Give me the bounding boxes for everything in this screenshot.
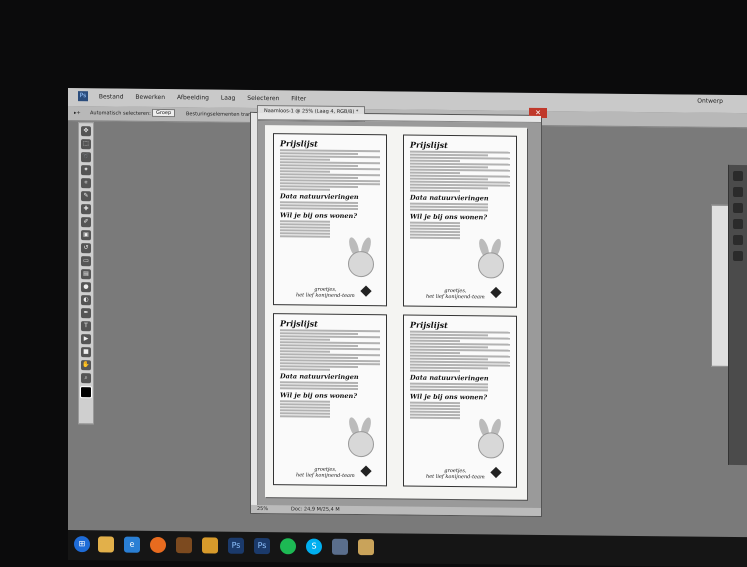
stamp-tool-icon[interactable]: ▣ [81, 230, 91, 241]
marquee-tool-icon[interactable]: ⬚ [81, 139, 91, 150]
app-icon[interactable] [176, 537, 192, 554]
eraser-tool-icon[interactable]: ▭ [81, 256, 91, 267]
rabbit-icon [472, 237, 508, 284]
document-statusbar: 25% Doc: 24,9 M/25,4 M [251, 504, 541, 516]
pen-tool-icon[interactable]: ✒ [81, 308, 91, 319]
path-select-icon[interactable]: ▶ [81, 334, 91, 345]
heal-tool-icon[interactable]: ✚ [81, 204, 91, 215]
taskbar: ⊞ e Ps Ps S [68, 530, 747, 567]
card-heading-house: Wil je bij ons wonen? [280, 391, 358, 401]
files-icon[interactable] [358, 539, 374, 556]
heart-icon [490, 466, 502, 479]
flyer-card: Prijslijst Data natuurvieringen Wil je b… [403, 314, 517, 488]
auto-select-dropdown[interactable]: Groep [152, 108, 176, 118]
card-signoff: groetjes, het lief konijnend-team [296, 466, 355, 480]
shape-tool-icon[interactable]: ■ [81, 347, 91, 358]
ie-icon[interactable]: e [124, 536, 140, 553]
menu-bestand[interactable]: Bestand [94, 88, 129, 100]
card-signoff: groetjes, het lief konijnend-team [426, 467, 485, 481]
card-heading-house: Wil je bij ons wonen? [410, 392, 488, 402]
photoshop-icon[interactable]: Ps [228, 537, 244, 554]
history-panel-icon[interactable] [733, 218, 743, 230]
eyedropper-tool-icon[interactable]: ✎ [81, 191, 91, 202]
panel-dock [711, 204, 729, 367]
gradient-tool-icon[interactable]: ▤ [81, 269, 91, 280]
card-signoff: groetjes, het lief konijnend-team [426, 287, 485, 301]
card-heading-house: Wil je bij ons wonen? [280, 211, 358, 221]
menu-laag[interactable]: Laag [216, 90, 241, 102]
menu-afbeelding[interactable]: Afbeelding [172, 89, 214, 101]
doc-info: Doc: 24,9 M/25,4 M [291, 506, 340, 513]
card-title: Prijslijst [410, 139, 448, 150]
firefox-icon[interactable] [150, 536, 166, 554]
skype-icon[interactable]: S [306, 538, 322, 555]
heart-icon [490, 286, 502, 299]
blur-tool-icon[interactable]: ● [81, 282, 91, 293]
flyer-card: Prijslijst Data natuurvieringen Wil je b… [273, 313, 387, 487]
history-brush-icon[interactable]: ↺ [81, 243, 91, 254]
move-tool-icon[interactable]: ✥ [81, 126, 91, 137]
hand-tool-icon[interactable]: ✋ [81, 360, 91, 371]
ruler-horizontal [251, 112, 541, 123]
flyer-card: Prijslijst Data natuurvieringen Wil je b… [273, 133, 387, 307]
card-heading-dates: Data natuurvieringen [280, 192, 359, 202]
crop-tool-icon[interactable]: ⌗ [81, 178, 91, 189]
toolbox: ✥ ⬚ ➰ ✦ ⌗ ✎ ✚ ✐ ▣ ↺ ▭ ▤ ● ◐ ✒ T ▶ ■ ✋ ⌕ [78, 122, 94, 425]
rabbit-icon [342, 236, 378, 283]
brush-tool-icon[interactable]: ✐ [81, 217, 91, 228]
canvas-page[interactable]: Prijslijst Data natuurvieringen Wil je b… [265, 125, 527, 500]
monitor-screen: Ps Bestand Bewerken Afbeelding Laag Sele… [68, 88, 747, 546]
heart-icon [360, 285, 372, 297]
card-heading-house: Wil je bij ons wonen? [410, 212, 488, 222]
card-title: Prijslijst [280, 318, 318, 329]
flyer-card: Prijslijst Data natuurvieringen Wil je b… [403, 134, 517, 308]
zoom-level[interactable]: 25% [257, 506, 268, 512]
type-tool-icon[interactable]: T [81, 321, 91, 332]
workspace-label[interactable]: Ontwerp [697, 98, 723, 105]
wand-tool-icon[interactable]: ✦ [81, 165, 91, 176]
heart-icon [360, 465, 372, 477]
start-button-icon[interactable]: ⊞ [74, 536, 90, 553]
card-signoff: groetjes, het lief konijnend-team [296, 286, 355, 300]
channels-panel-icon[interactable] [733, 186, 743, 198]
folder-icon[interactable] [202, 537, 218, 554]
menu-selecteren[interactable]: Selecteren [242, 90, 284, 102]
card-heading-dates: Data natuurvieringen [280, 372, 359, 382]
auto-select-label[interactable]: Automatisch selecteren: [90, 110, 151, 117]
spotify-icon[interactable] [280, 538, 296, 555]
photoshop-icon-2[interactable]: Ps [254, 537, 270, 555]
adjustments-panel-icon[interactable] [733, 234, 743, 246]
card-title: Prijslijst [280, 138, 318, 149]
card-heading-dates: Data natuurvieringen [410, 193, 489, 203]
color-swatch-icon[interactable] [80, 386, 92, 399]
lasso-tool-icon[interactable]: ➰ [81, 152, 91, 163]
styles-panel-icon[interactable] [733, 250, 743, 262]
paths-panel-icon[interactable] [733, 202, 743, 214]
card-heading-dates: Data natuurvieringen [410, 373, 489, 383]
menu-bewerken[interactable]: Bewerken [130, 89, 170, 101]
explorer-icon[interactable] [98, 536, 114, 553]
menu-filter[interactable]: Filter [286, 90, 311, 102]
card-title: Prijslijst [410, 319, 448, 330]
panel-strip [728, 164, 747, 466]
dodge-tool-icon[interactable]: ◐ [81, 295, 91, 306]
media-icon[interactable] [332, 538, 348, 555]
zoom-tool-icon[interactable]: ⌕ [81, 373, 91, 384]
layers-panel-icon[interactable] [733, 170, 743, 182]
rabbit-icon [342, 416, 378, 463]
document-window: Naamloos-1 @ 25% (Laag 4, RGB/8) * ✕ Pri… [250, 104, 547, 517]
rabbit-icon [472, 417, 508, 464]
photoshop-logo-icon: Ps [78, 91, 88, 102]
move-tool-icon[interactable]: ▸+ [74, 110, 81, 116]
ruler-vertical [251, 112, 258, 513]
